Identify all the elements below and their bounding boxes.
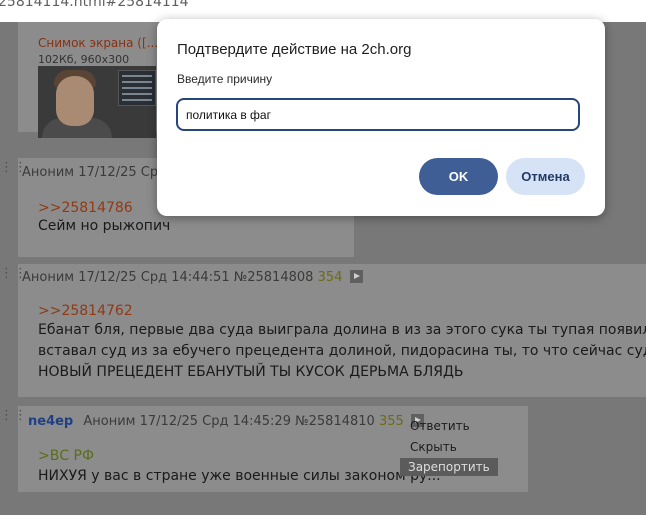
- menu-item-hide[interactable]: Скрыть: [410, 440, 457, 454]
- post-subject: ne4ep: [28, 414, 74, 429]
- post-text-line-1: Ебанат бля, первые два суда выиграла дол…: [38, 322, 646, 338]
- post-thumbnail-image[interactable]: [38, 66, 156, 138]
- confirm-dialog: Подтвердите действие на 2ch.org Введите …: [157, 19, 605, 216]
- play-icon[interactable]: [349, 270, 363, 283]
- reply-link[interactable]: >>25814762: [38, 303, 133, 319]
- reason-input[interactable]: [176, 98, 580, 131]
- post-text: Сейм но рыжопич: [38, 218, 171, 234]
- post-menu-icon[interactable]: ⋮⋮: [0, 408, 28, 423]
- post-text-line-2: вставал суд из за ебучего прецедента дол…: [38, 343, 646, 359]
- reply-link[interactable]: >>25814786: [38, 200, 133, 216]
- post-header: Аноним 17/12/25 Срд 14:44:51 №25814808 3…: [22, 270, 363, 285]
- cancel-button[interactable]: Отмена: [506, 158, 585, 195]
- file-info: 102Кб, 960x300: [38, 53, 130, 66]
- post-text-line-3: НОВЫЙ ПРЕЦЕДЕНТ ЕБАНУТЫЙ ТЫ КУСОК ДЕРЬМА…: [38, 364, 464, 380]
- ok-button[interactable]: OK: [419, 158, 498, 195]
- post-header-meta: Аноним 17/12/25 Срд 14:45:29 №25814810: [83, 414, 375, 429]
- post-header: ne4ep Аноним 17/12/25 Срд 14:45:29 №2581…: [28, 414, 424, 429]
- url-text: 25814114.html#25814114: [0, 0, 189, 10]
- menu-item-report[interactable]: Зарепортить: [400, 458, 498, 476]
- post-header-meta: Аноним 17/12/25 Срд 14:44:51 №25814808: [22, 270, 314, 285]
- file-title-link[interactable]: Снимок экрана ([...].: [38, 36, 167, 50]
- dialog-prompt: Введите причину: [177, 72, 273, 86]
- greentext-quote: >ВС РФ: [38, 448, 95, 464]
- reply-count: 355: [378, 414, 404, 429]
- post-text: НИХУЯ у вас в стране уже военные силы за…: [38, 468, 441, 484]
- dialog-title: Подтвердите действие на 2ch.org: [177, 41, 412, 58]
- reply-count: 354: [317, 270, 343, 285]
- post-header: Аноним 17/12/25 Срд: [22, 165, 168, 180]
- menu-item-reply[interactable]: Ответить: [410, 419, 470, 433]
